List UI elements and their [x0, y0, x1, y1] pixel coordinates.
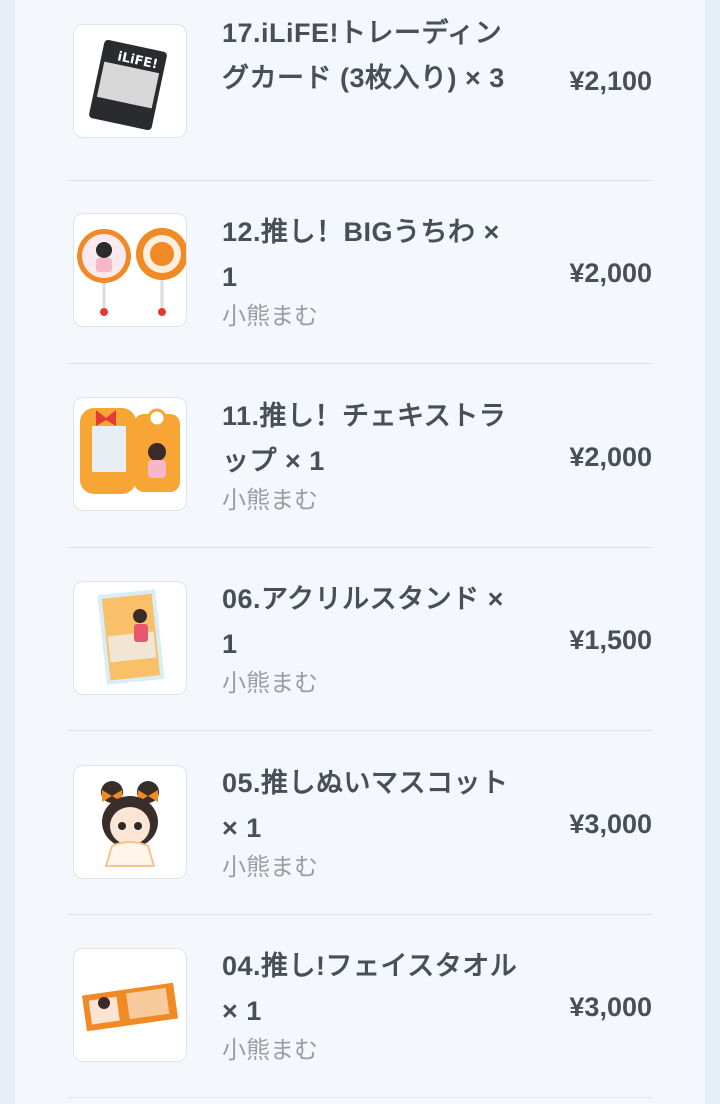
item-name: 04.推し!フェイスタオル × 1 小熊まむ	[222, 944, 522, 1068]
item-thumbnail[interactable]	[73, 765, 187, 879]
item-title: 17.iLiFE!トレーディングカード (3枚入り) × 3	[222, 18, 505, 93]
item-title: 04.推し!フェイスタオル × 1	[222, 951, 518, 1026]
cheki-strap-image	[80, 408, 180, 494]
list-item[interactable]: 06.アクリルスタンド × 1 小熊まむ ¥1,500	[68, 547, 652, 731]
list-item[interactable]: 04.推し!フェイスタオル × 1 小熊まむ ¥3,000	[68, 914, 652, 1098]
item-artist: 小熊まむ	[222, 1037, 318, 1064]
item-name: 06.アクリルスタンド × 1 小熊まむ	[222, 577, 522, 701]
item-price: ¥3,000	[569, 992, 652, 1022]
item-artist: 小熊まむ	[222, 303, 318, 330]
item-name: 11.推し！チェキストラップ × 1 小熊まむ	[222, 394, 522, 518]
item-thumbnail[interactable]	[73, 213, 187, 327]
item-title: 06.アクリルスタンド × 1	[222, 584, 504, 659]
big-uchiwa-image	[77, 228, 186, 316]
item-thumbnail[interactable]	[73, 948, 187, 1062]
item-artist: 小熊まむ	[222, 854, 318, 881]
list-item[interactable]: 12.推し！BIGうちわ × 1 小熊まむ ¥2,000	[68, 180, 652, 364]
item-name: 12.推し！BIGうちわ × 1 小熊まむ	[222, 210, 522, 334]
order-items-panel: iLiFE! 17.iLiFE!トレーディングカード (3枚入り) × 3 ¥2…	[15, 0, 705, 1104]
item-title: 05.推しぬいマスコット × 1	[222, 768, 509, 843]
plush-mascot-image	[101, 781, 159, 867]
list-item[interactable]: iLiFE! 17.iLiFE!トレーディングカード (3枚入り) × 3 ¥2…	[68, 0, 652, 181]
item-thumbnail[interactable]: iLiFE!	[73, 24, 187, 138]
list-item[interactable]: 05.推しぬいマスコット × 1 小熊まむ ¥3,000	[68, 731, 652, 915]
item-title: 12.推し！BIGうちわ × 1	[222, 217, 500, 292]
item-artist: 小熊まむ	[222, 487, 318, 514]
item-title: 11.推し！チェキストラップ × 1	[222, 401, 507, 476]
item-price: ¥3,000	[569, 809, 652, 839]
item-price: ¥2,000	[569, 442, 652, 472]
item-price: ¥2,000	[569, 258, 652, 288]
acrylic-stand-image	[97, 589, 165, 685]
item-name: 05.推しぬいマスコット × 1 小熊まむ	[222, 761, 522, 885]
face-towel-image	[81, 982, 179, 1032]
item-price: ¥2,100	[569, 66, 652, 96]
trading-card-pack-image: iLiFE!	[89, 39, 167, 131]
item-price: ¥1,500	[569, 625, 652, 655]
item-artist: 小熊まむ	[222, 670, 318, 697]
list-item[interactable]: 11.推し！チェキストラップ × 1 小熊まむ ¥2,000	[68, 364, 652, 548]
item-thumbnail[interactable]	[73, 397, 187, 511]
item-name: 17.iLiFE!トレーディングカード (3枚入り) × 3	[222, 11, 522, 101]
item-thumbnail[interactable]	[73, 581, 187, 695]
